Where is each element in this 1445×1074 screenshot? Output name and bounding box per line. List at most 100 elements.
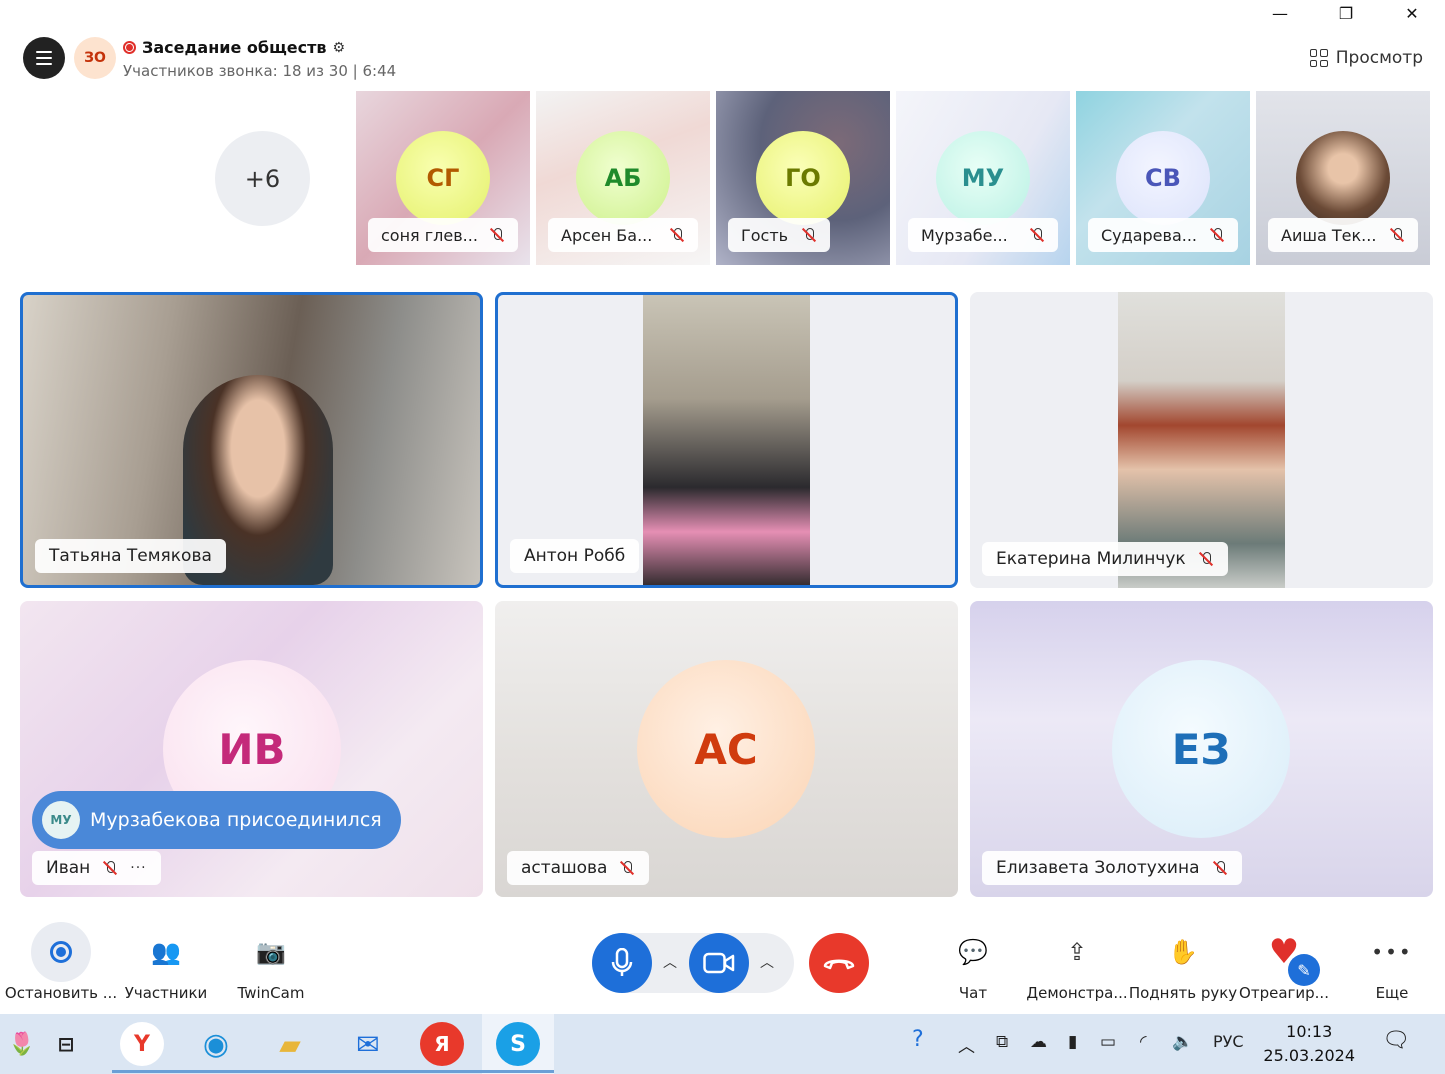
chevron-up-icon[interactable]: ︿ [958, 1032, 975, 1057]
task-view-icon[interactable]: ⊟ [44, 1022, 88, 1066]
avatar: ГО [756, 131, 850, 225]
participant-name-label: Антон Робб [510, 539, 640, 573]
stop-recording-button[interactable]: Остановить ... [5, 922, 117, 1002]
mic-off-icon [669, 227, 685, 243]
raise-hand-label: Поднять руку [1128, 984, 1238, 1002]
more-options-icon[interactable]: ··· [130, 860, 146, 876]
more-dots-icon: ••• [1371, 940, 1413, 964]
hang-up-icon [823, 959, 855, 970]
call-header: ЗО Заседание обществ ⚙ Участников звонка… [0, 34, 1445, 90]
avatar: АС [637, 660, 815, 838]
avatar-photo [1296, 131, 1390, 225]
twincam-button[interactable]: 📷 TwinCam [232, 922, 310, 1002]
gear-icon[interactable]: ⚙ [333, 40, 346, 56]
more-label: Еще [1375, 984, 1409, 1002]
edge-icon[interactable]: ◉ [194, 1022, 238, 1066]
participant-name-label: Гость [728, 218, 830, 252]
participant-name-label: соня глев... [368, 218, 518, 252]
camera-plus-icon: 📷 [256, 938, 286, 966]
cloud-icon[interactable]: ☁ [1030, 1032, 1047, 1052]
yandex-browser-icon[interactable]: Y [120, 1022, 164, 1066]
notification-text: Мурзабекова присоединился [90, 809, 382, 831]
participant-thumb[interactable]: АБ Арсен Ба... [536, 91, 710, 265]
volume-icon[interactable]: 🔈 [1172, 1032, 1193, 1052]
mic-off-icon [1209, 227, 1225, 243]
chat-icon: 💬 [958, 938, 988, 966]
hand-icon: ✋ [1168, 938, 1198, 966]
video-tile[interactable]: Антон Робб [495, 292, 958, 588]
share-screen-label: Демонстра... [1026, 984, 1128, 1002]
participant-thumb[interactable]: СГ соня глев... [356, 91, 530, 265]
skype-icon[interactable]: S [496, 1022, 540, 1066]
folder-icon[interactable]: ▰ [268, 1022, 312, 1066]
call-title: Заседание обществ [142, 38, 327, 57]
participant-name: Иван [46, 858, 91, 878]
video-tile[interactable]: Екатерина Милинчук [970, 292, 1433, 588]
minimize-button[interactable]: — [1247, 0, 1313, 26]
clock[interactable]: 10:13 25.03.2024 [1263, 1020, 1355, 1068]
view-button[interactable]: Просмотр [1309, 48, 1423, 68]
record-icon [31, 922, 91, 982]
video-tile[interactable]: ЕЗ Елизавета Золотухина [970, 601, 1433, 897]
participant-name: Гость [741, 225, 789, 245]
participant-thumb[interactable]: СВ Сударева... [1076, 91, 1250, 265]
participant-name: соня глев... [381, 225, 478, 245]
participant-name: Екатерина Милинчук [996, 549, 1186, 569]
yandex-icon[interactable]: Я [420, 1022, 464, 1066]
avatar: СГ [396, 131, 490, 225]
chevron-up-icon[interactable]: ︿ [663, 952, 677, 972]
meet-icon[interactable]: ⧉ [996, 1032, 1008, 1052]
wifi-icon[interactable]: ◜ [1140, 1032, 1147, 1052]
participant-thumb[interactable]: Аиша Тек... [1256, 91, 1430, 265]
help-icon[interactable]: ? [912, 1027, 924, 1052]
participant-name: Сударева... [1101, 225, 1197, 245]
participant-name: Мурзабе... [921, 225, 1008, 245]
participant-name-label: Мурзабе... [908, 218, 1058, 252]
mic-off-icon [489, 227, 505, 243]
close-button[interactable]: ✕ [1379, 0, 1445, 26]
mic-off-icon [619, 860, 635, 876]
tulip-icon[interactable]: 🌷 [0, 1022, 44, 1066]
mic-off-icon [801, 227, 817, 243]
chat-button[interactable]: 💬 Чат [946, 922, 1000, 1002]
group-avatar[interactable]: ЗО [74, 37, 116, 79]
react-button[interactable]: ♥ ✎ Отреагир... [1239, 922, 1329, 1002]
mic-off-icon [1212, 860, 1228, 876]
notifications-icon[interactable]: 🗨 [1382, 1028, 1410, 1053]
participants-label: Участники [124, 984, 208, 1002]
participant-video [643, 295, 810, 585]
participant-name: Елизавета Золотухина [996, 858, 1200, 878]
taskbar: 🌷 ⊟ Y ◉ ▰ ✉ Я S ? ︿ ⧉ ☁ ▮ ▭ ◜ 🔈 РУС 10:1… [0, 1014, 1445, 1074]
participant-name-label: Аиша Тек... [1268, 218, 1418, 252]
participant-name-label: Татьяна Темякова [35, 539, 226, 573]
mail-icon[interactable]: ✉ [346, 1022, 390, 1066]
restore-button[interactable]: ❐ [1313, 0, 1379, 26]
participant-name: Татьяна Темякова [49, 546, 212, 566]
more-button[interactable]: ••• Еще [1362, 922, 1422, 1002]
people-icon: 👥 [151, 938, 181, 966]
language-indicator[interactable]: РУС [1213, 1032, 1244, 1051]
participant-thumb[interactable]: ГО Гость [716, 91, 890, 265]
window-controls: — ❐ ✕ [1247, 0, 1445, 26]
end-call-button[interactable] [809, 933, 869, 993]
camera-button[interactable] [689, 933, 749, 993]
mic-off-icon [102, 860, 118, 876]
more-participants-button[interactable]: +6 [215, 131, 310, 226]
participant-name-label: асташова [507, 851, 650, 885]
share-screen-button[interactable]: ⇪ Демонстра... [1024, 922, 1130, 1002]
react-label: Отреагир... [1239, 984, 1329, 1002]
twincam-label: TwinCam [237, 984, 305, 1002]
phone-icon[interactable]: ▮ [1068, 1032, 1077, 1052]
battery-icon[interactable]: ▭ [1100, 1032, 1116, 1052]
chevron-up-icon[interactable]: ︿ [760, 952, 774, 972]
raise-hand-button[interactable]: ✋ Поднять руку [1128, 922, 1238, 1002]
video-tile[interactable]: ИВ Иван ··· [20, 601, 483, 897]
video-tile[interactable]: АС асташова [495, 601, 958, 897]
participants-button[interactable]: 👥 Участники [122, 922, 210, 1002]
microphone-button[interactable] [592, 933, 652, 993]
menu-button[interactable] [23, 37, 65, 79]
avatar: АБ [576, 131, 670, 225]
video-tile[interactable]: Татьяна Темякова [20, 292, 483, 588]
mic-off-icon [1198, 551, 1214, 567]
participant-thumb[interactable]: МУ Мурзабе... [896, 91, 1070, 265]
